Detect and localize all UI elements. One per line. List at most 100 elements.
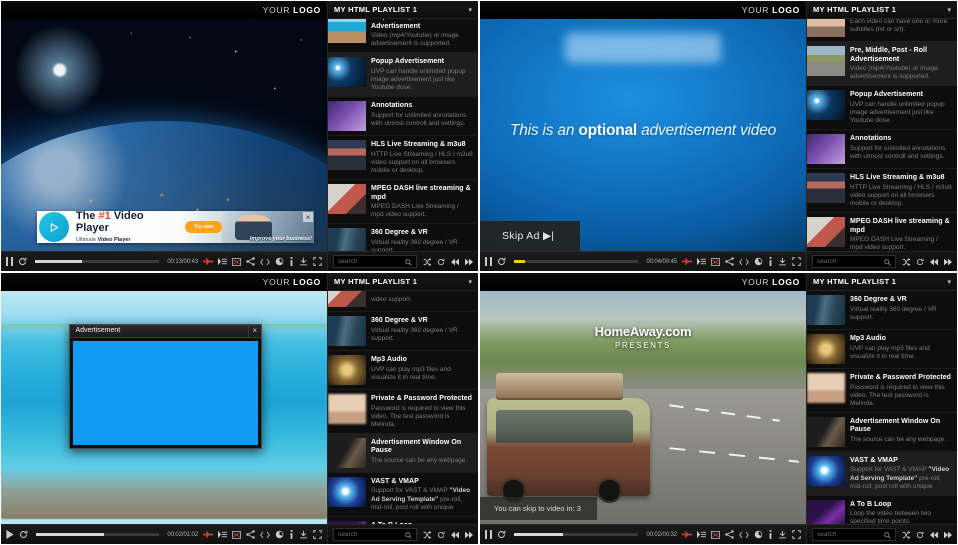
list-item[interactable]: 360 Degree & VR Virtual reality 360 degr…: [328, 312, 478, 351]
list-item[interactable]: A To B Loop Loop the video between two s…: [807, 495, 957, 524]
list-item[interactable]: Pre, Middle, Post - Roll Advertisement V…: [328, 19, 478, 54]
search-icon[interactable]: [405, 253, 412, 271]
replay-button[interactable]: [19, 530, 28, 539]
video-stage[interactable]: HomeAway.com PRESENTS You can skip to vi…: [480, 291, 806, 524]
embed-code-icon[interactable]: [739, 531, 749, 539]
seek-bar[interactable]: [35, 260, 160, 263]
banner-cta-button[interactable]: Try now: [185, 221, 222, 233]
playback-speed-icon[interactable]: [754, 257, 763, 266]
chevron-down-icon[interactable]: ▾: [947, 6, 951, 14]
repeat-icon[interactable]: [916, 258, 924, 266]
next-icon[interactable]: [465, 258, 473, 266]
embed-code-icon[interactable]: [260, 258, 270, 266]
search-input[interactable]: search: [333, 528, 417, 541]
chapter-marker-icon[interactable]: [203, 530, 213, 539]
list-item[interactable]: Popup Advertisement UVP can handle unlim…: [328, 53, 478, 98]
shuffle-icon[interactable]: [902, 257, 910, 266]
subtitles-icon[interactable]: [232, 530, 241, 539]
playlist-items[interactable]: Subtitles Each video can have one or mor…: [807, 19, 957, 251]
search-icon[interactable]: [884, 526, 891, 544]
info-icon[interactable]: [289, 257, 294, 266]
playlist-icon[interactable]: [697, 257, 706, 266]
list-item[interactable]: Pre, Middle, Post - Roll Advertisement V…: [807, 42, 957, 87]
pause-button[interactable]: [6, 257, 13, 266]
shuffle-icon[interactable]: [902, 530, 910, 539]
chapter-marker-icon[interactable]: [682, 257, 692, 266]
search-icon[interactable]: [405, 526, 412, 544]
previous-icon[interactable]: [930, 258, 938, 266]
repeat-icon[interactable]: [437, 531, 445, 539]
list-item[interactable]: VAST & VMAP Support for VAST & VMAP "Vid…: [807, 451, 957, 496]
info-icon[interactable]: [768, 530, 773, 539]
share-icon[interactable]: [725, 530, 734, 539]
fullscreen-icon[interactable]: [792, 530, 801, 539]
playback-speed-icon[interactable]: [275, 530, 284, 539]
embed-code-icon[interactable]: [739, 258, 749, 266]
seek-bar[interactable]: [514, 260, 639, 263]
pause-button[interactable]: [485, 257, 492, 266]
download-icon[interactable]: [778, 530, 787, 539]
share-icon[interactable]: [246, 257, 255, 266]
share-icon[interactable]: [725, 257, 734, 266]
chapter-marker-icon[interactable]: [203, 257, 213, 266]
banner-close-icon[interactable]: ×: [302, 212, 313, 222]
download-icon[interactable]: [299, 530, 308, 539]
download-icon[interactable]: [778, 257, 787, 266]
seek-bar[interactable]: [514, 533, 639, 536]
next-icon[interactable]: [944, 531, 952, 539]
list-item[interactable]: A To B Loop Loop the video between two s…: [328, 516, 478, 524]
previous-icon[interactable]: [451, 531, 459, 539]
list-item[interactable]: Mp3 Audio UVP can play mp3 files and vis…: [807, 330, 957, 369]
list-item[interactable]: MPEG DASH live streaming & mpd video sup…: [328, 291, 478, 312]
chevron-down-icon[interactable]: ▾: [947, 278, 951, 286]
chevron-down-icon[interactable]: ▾: [468, 278, 472, 286]
video-stage[interactable]: The #1 Video Player Ultimate Video Playe…: [1, 19, 327, 251]
subtitles-icon[interactable]: [711, 530, 720, 539]
info-icon[interactable]: [768, 257, 773, 266]
search-input[interactable]: search: [333, 255, 417, 268]
seek-bar[interactable]: [36, 533, 160, 536]
previous-icon[interactable]: [451, 258, 459, 266]
list-item[interactable]: VAST & VMAP Support for VAST & VMAP "Vid…: [328, 472, 478, 517]
playlist-items[interactable]: 360 Degree & VR Virtual reality 360 degr…: [807, 291, 957, 524]
list-item[interactable]: Annotations Support for unlimited annota…: [807, 130, 957, 170]
list-item[interactable]: 360 Degree & VR Virtual reality 360 degr…: [328, 224, 478, 251]
embed-code-icon[interactable]: [260, 531, 270, 539]
next-icon[interactable]: [944, 258, 952, 266]
share-icon[interactable]: [246, 530, 255, 539]
replay-button[interactable]: [497, 530, 506, 539]
fullscreen-icon[interactable]: [313, 530, 322, 539]
chapter-marker-icon[interactable]: [682, 530, 692, 539]
list-item[interactable]: Advertisement Window On Pause The source…: [328, 433, 478, 473]
replay-button[interactable]: [18, 257, 27, 266]
repeat-icon[interactable]: [916, 531, 924, 539]
close-icon[interactable]: ×: [247, 324, 261, 338]
playback-speed-icon[interactable]: [275, 257, 284, 266]
playlist-icon[interactable]: [218, 257, 227, 266]
skip-ad-button[interactable]: Skip Ad ▶|: [480, 221, 581, 251]
search-input[interactable]: search: [812, 528, 896, 541]
shuffle-icon[interactable]: [423, 530, 431, 539]
playlist-icon[interactable]: [218, 530, 227, 539]
list-item[interactable]: Advertisement Window On Pause The source…: [807, 412, 957, 452]
chevron-down-icon[interactable]: ▾: [468, 6, 472, 14]
repeat-icon[interactable]: [437, 258, 445, 266]
playback-speed-icon[interactable]: [754, 530, 763, 539]
fullscreen-icon[interactable]: [792, 257, 801, 266]
list-item[interactable]: 360 Degree & VR Virtual reality 360 degr…: [807, 291, 957, 330]
list-item[interactable]: MPEG DASH live streaming & mpd MPEG DASH…: [328, 180, 478, 225]
list-item[interactable]: MPEG DASH live streaming & mpd MPEG DASH…: [807, 213, 957, 251]
previous-icon[interactable]: [930, 531, 938, 539]
list-item[interactable]: Mp3 Audio UVP can play mp3 files and vis…: [328, 351, 478, 390]
playlist-items[interactable]: MPEG DASH live streaming & mpd video sup…: [328, 291, 478, 524]
search-icon[interactable]: [884, 253, 891, 271]
playlist-icon[interactable]: [697, 530, 706, 539]
banner-advertisement[interactable]: The #1 Video Player Ultimate Video Playe…: [36, 211, 314, 243]
fullscreen-icon[interactable]: [313, 257, 322, 266]
subtitles-icon[interactable]: [711, 257, 720, 266]
list-item[interactable]: Annotations Support for unlimited annota…: [328, 97, 478, 137]
replay-button[interactable]: [497, 257, 506, 266]
video-stage[interactable]: This is an optional advertisement video …: [480, 19, 806, 251]
playlist-items[interactable]: Pre, Middle, Post - Roll Advertisement V…: [328, 19, 478, 251]
play-button[interactable]: [6, 530, 14, 539]
